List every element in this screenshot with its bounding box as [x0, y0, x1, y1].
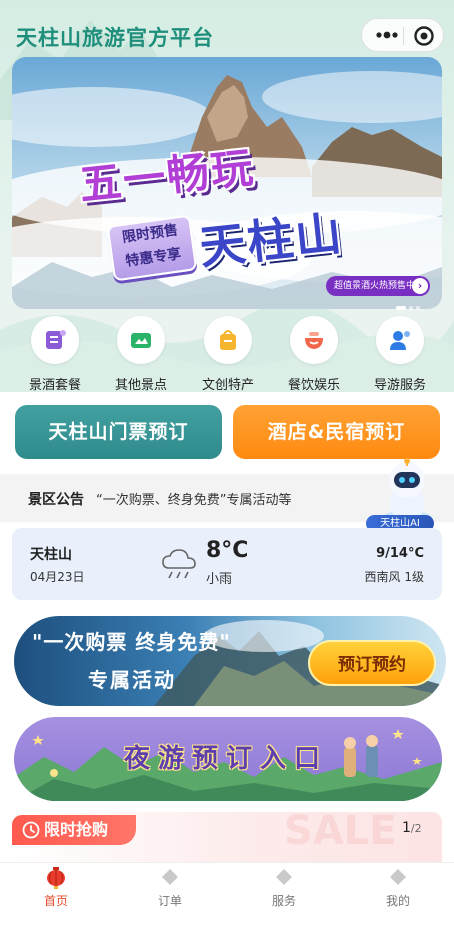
category-guide[interactable]: 导游服务 [360, 316, 440, 393]
category-label: 餐饮娱乐 [287, 378, 340, 393]
header: 天柱山旅游官方平台 [0, 0, 454, 60]
category-label: 景酒套餐 [28, 378, 81, 393]
weather-wind: 西南风 1级 [364, 570, 424, 584]
category-dining[interactable]: 餐饮娱乐 [274, 316, 354, 393]
notice-text[interactable]: “一次购票、终身免费”专属活动等 [96, 489, 291, 508]
mini-program-capsule [361, 18, 444, 52]
hotel-booking-button[interactable]: 酒店&民宿预订 [233, 405, 440, 459]
carousel-dot [416, 305, 420, 310]
weather-location: 天柱山 [30, 547, 72, 563]
tab-label: 服务 [271, 894, 296, 908]
presale-chip-text: 超值景酒火热预售中 [334, 281, 416, 291]
flash-sale-pager: 1/2 [402, 820, 422, 836]
tab-home[interactable]: 首页 [16, 866, 96, 909]
light-rain-icon [162, 549, 196, 579]
presale-chip[interactable]: 超值景酒火热预售中 › [326, 276, 430, 296]
category-souvenirs[interactable]: 文创特产 [188, 316, 268, 393]
category-label: 其他景点 [114, 378, 167, 393]
category-other-scenic[interactable]: 其他景点 [101, 316, 181, 393]
pager-total: /2 [410, 822, 422, 835]
flash-sale-label: 限时抢购 [44, 820, 109, 839]
scenic-ticket-icon [117, 316, 165, 364]
category-label: 导游服务 [373, 378, 426, 393]
promo-headline: "一次购票 终身免费" [32, 630, 231, 654]
carousel-dot-active [396, 305, 406, 310]
weather-date: 04月23日 [30, 570, 85, 584]
dining-icon [290, 316, 338, 364]
presale-tag: 限时预售 特惠专享 [106, 214, 198, 282]
guide-icon [376, 316, 424, 364]
clock-icon [22, 821, 40, 839]
tab-orders[interactable]: 订单 [130, 866, 210, 909]
chevron-right-icon: › [412, 278, 428, 294]
orders-icon [162, 869, 178, 885]
tab-label: 订单 [157, 894, 182, 908]
lantern-home-icon [47, 867, 65, 889]
capsule-divider [403, 27, 404, 45]
more-icon[interactable] [372, 23, 402, 47]
weather-condition: 小雨 [206, 572, 233, 587]
weather-temperature-range: 9/14°C [376, 546, 424, 561]
tab-label: 我的 [385, 894, 410, 908]
pager-current: 1 [402, 820, 411, 836]
notice-label: 景区公告 [28, 492, 84, 508]
carousel-indicator [396, 297, 423, 310]
services-icon [276, 869, 292, 885]
tab-profile[interactable]: 我的 [358, 866, 438, 909]
close-miniprogram-icon[interactable] [413, 25, 435, 47]
tab-services[interactable]: 服务 [244, 866, 324, 909]
profile-icon [390, 869, 406, 885]
category-hotel-package[interactable]: 景酒套餐 [15, 316, 95, 393]
category-label: 文创特产 [201, 378, 254, 393]
weather-temperature: 8°C [206, 538, 249, 563]
ticket-booking-button[interactable]: 天柱山门票预订 [15, 405, 222, 459]
gift-bag-icon [204, 316, 252, 364]
tab-label: 首页 [43, 894, 68, 908]
flash-sale-watermark: SALE [284, 808, 397, 854]
promo-subheadline: 专属活动 [88, 668, 176, 692]
hotel-package-icon [31, 316, 79, 364]
carousel-dot [409, 305, 413, 310]
app-title: 天柱山旅游官方平台 [16, 26, 214, 50]
reserve-button[interactable]: 预订预约 [308, 640, 436, 686]
night-tour-title: 夜游预订入口 [124, 744, 329, 774]
